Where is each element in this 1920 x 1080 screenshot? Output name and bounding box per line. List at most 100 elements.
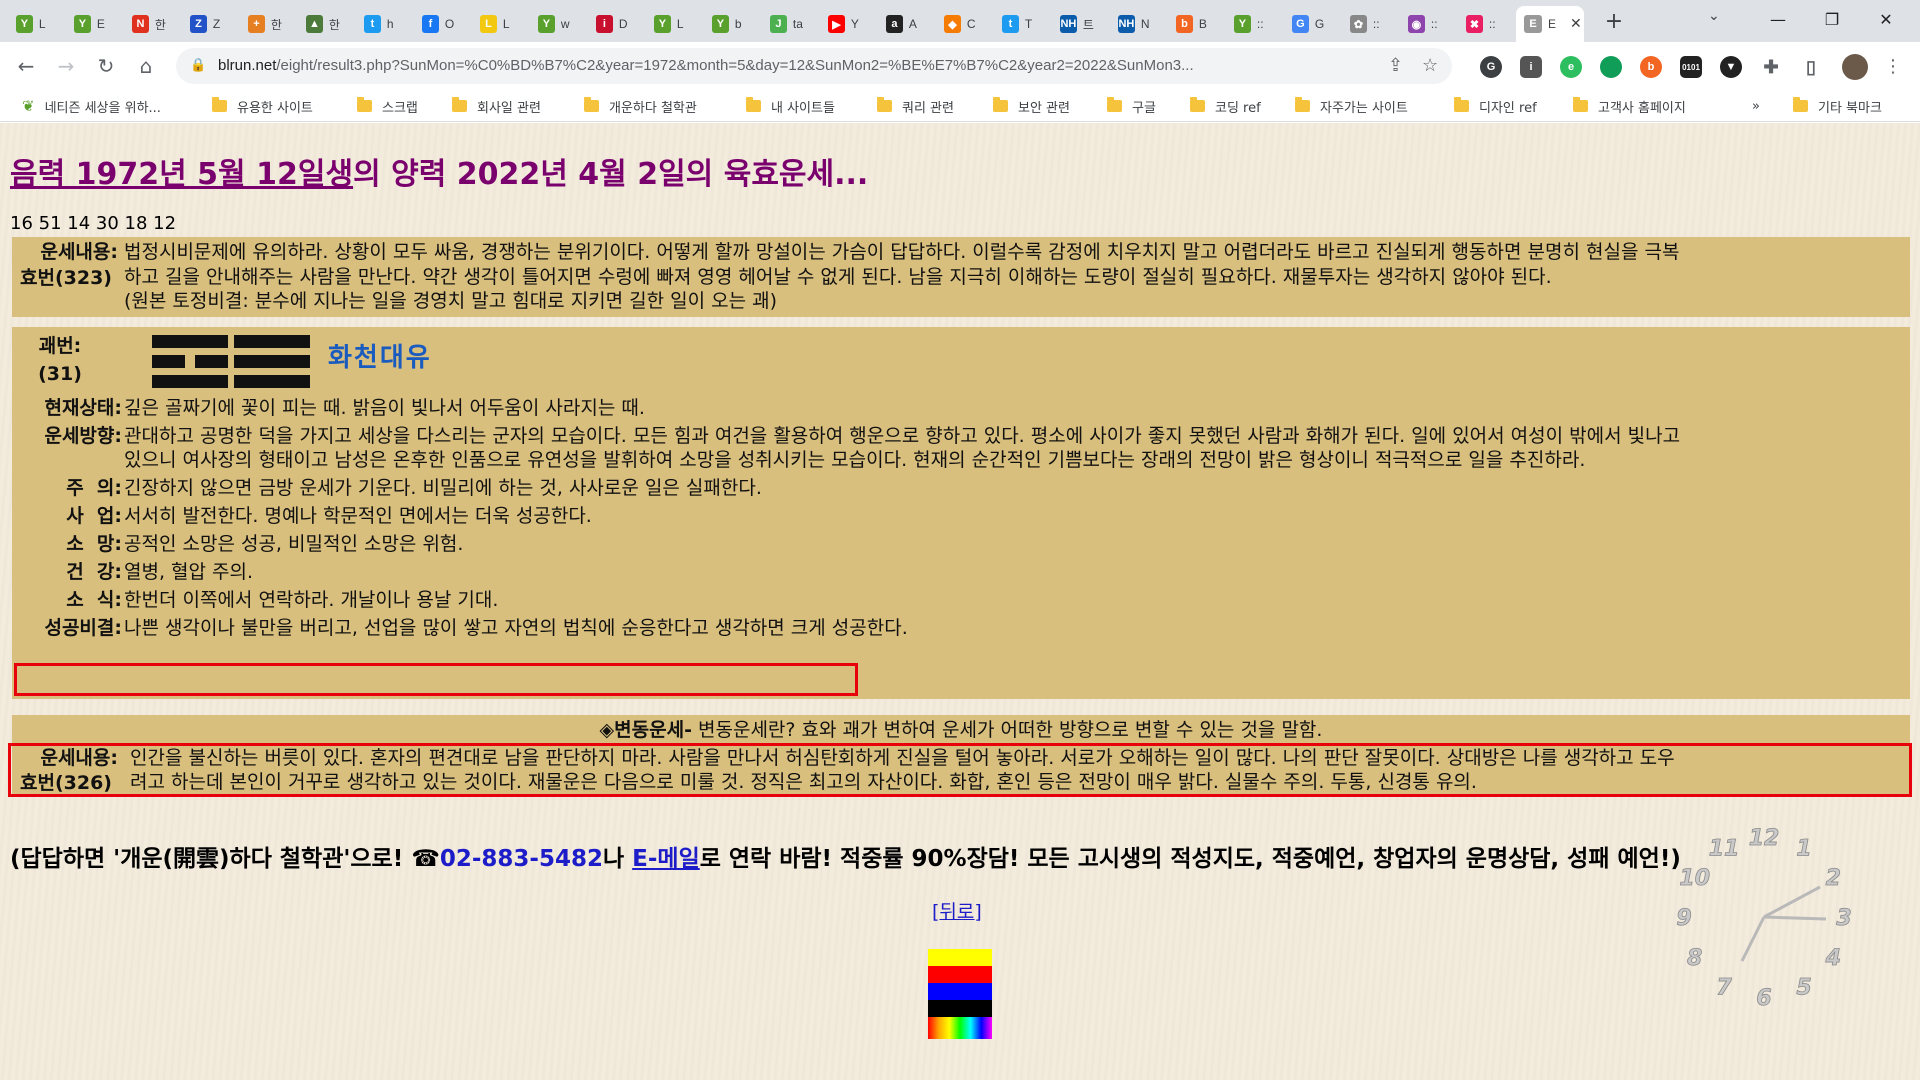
fortune-content-line-3: (원본 토정비결: 분수에 지나는 일을 경영치 말고 힘대로 지키면 길한 일… [124, 290, 778, 312]
bookmark-item[interactable]: 자주가는 사이트 [1295, 96, 1408, 116]
browser-tab[interactable]: YE [66, 6, 110, 42]
maximize-icon[interactable]: ❐ [1812, 6, 1852, 34]
tab-title: ta [792, 17, 803, 31]
bookmark-item[interactable]: 디자인 ref [1454, 96, 1537, 116]
back-link[interactable]: [뒤로] [932, 897, 982, 924]
browser-tab[interactable]: + 한 [240, 6, 284, 42]
detail-row-label: 소 망: [66, 533, 122, 555]
bookmark-item[interactable]: 고객사 홈페이지 [1573, 96, 1686, 116]
browser-tab[interactable]: ▶ Y [820, 6, 864, 42]
browser-tab[interactable]: NH N [1110, 6, 1154, 42]
contact-phone[interactable]: 02-883-5482 [440, 846, 603, 872]
share-icon[interactable]: ⇪ [1388, 55, 1403, 76]
clock-number: 2 [1826, 866, 1841, 891]
browser-tab[interactable]: LL [472, 6, 516, 42]
browser-tab[interactable]: Jta [762, 6, 806, 42]
tab-close-icon[interactable]: ✕ [1570, 16, 1582, 32]
tab-title: 한 [270, 17, 282, 32]
contact-text-2: 나 [602, 846, 633, 872]
tab-title: O [444, 17, 455, 31]
folder-icon [877, 97, 892, 112]
bookmark-label: 보안 관련 [1018, 100, 1070, 116]
browser-tab[interactable]: N한 [124, 6, 168, 42]
folder-icon [452, 97, 467, 112]
extension-shield-icon[interactable]: ▼ [1720, 56, 1742, 78]
browser-tab[interactable]: bB [1168, 6, 1212, 42]
clock-number: 12 [1749, 827, 1780, 851]
side-panel-icon[interactable]: ▯ [1800, 56, 1822, 78]
detail-row-text: 긴장하지 않으면 금방 운세가 기운다. 비밀리에 하는 것, 사사로운 일은 … [124, 477, 762, 499]
detail-row-text: 열병, 혈압 주의. [124, 561, 254, 583]
tab-title: C [966, 17, 976, 31]
more-menu-icon[interactable]: ⋮ [1884, 56, 1902, 77]
detail-row-label: 사 업: [66, 505, 122, 527]
title-birth-link[interactable]: 음력 1972년 5월 12일생 [10, 157, 353, 192]
bookmark-item[interactable]: 보안 관련 [993, 96, 1070, 116]
hexagram-name: 화천대유 [328, 343, 432, 373]
extension-b-icon[interactable]: b [1640, 56, 1662, 78]
minimize-icon[interactable]: — [1758, 6, 1798, 34]
browser-tab[interactable]: E E ✕ [1516, 6, 1584, 42]
tab-title: D [618, 17, 628, 31]
url-text[interactable]: blrun.net/eight/result3.php?SunMon=%C0%B… [218, 57, 1194, 74]
back-arrow-icon[interactable]: ← [12, 52, 40, 80]
evernote-icon[interactable]: e [1560, 56, 1582, 78]
folder-icon [1107, 97, 1122, 112]
email-link[interactable]: E-메일 [632, 846, 700, 872]
browser-tab[interactable]: tT [994, 6, 1038, 42]
bookmark-item[interactable]: 쿼리 관련 [877, 96, 954, 116]
tab-title: L [38, 17, 46, 31]
clock-number: 7 [1716, 975, 1732, 1000]
browser-tab[interactable]: Yw [530, 6, 574, 42]
bookmark-star-icon[interactable]: ☆ [1422, 55, 1438, 76]
bookmark-item[interactable]: 내 사이트들 [746, 96, 835, 116]
bookmark-item[interactable]: 유용한 사이트 [212, 96, 313, 116]
tab-title: E [96, 17, 105, 31]
bookmark-label: 고객사 홈페이지 [1598, 100, 1686, 116]
close-window-icon[interactable]: ✕ [1866, 6, 1906, 34]
bookmark-item[interactable]: 기타 북마크 [1793, 96, 1882, 116]
browser-tab[interactable]: aA [878, 6, 922, 42]
number-sequence: 16 51 14 30 18 12 [10, 213, 177, 234]
lock-icon[interactable]: 🔒 [190, 57, 208, 75]
browser-tab[interactable]: ◉:: [1400, 6, 1444, 42]
browser-tab[interactable]: Y:: [1226, 6, 1270, 42]
reload-icon[interactable]: ↻ [92, 52, 120, 80]
browser-tab[interactable]: NH 트 [1052, 6, 1096, 42]
extensions-puzzle-icon[interactable]: ✚ [1760, 56, 1782, 78]
bookmark-item[interactable]: 스크랩 [357, 96, 418, 116]
home-icon[interactable]: ⌂ [132, 52, 160, 80]
browser-tab[interactable]: th [356, 6, 400, 42]
browser-tab[interactable]: ◆ C [936, 6, 980, 42]
forward-arrow-icon[interactable]: → [52, 52, 80, 80]
bookmark-item[interactable]: 구글 [1107, 96, 1156, 116]
browser-tab[interactable]: YL [8, 6, 52, 42]
tab-search-chevron-icon[interactable]: ⌄ [1708, 8, 1720, 24]
bookmark-item[interactable]: 회사일 관련 [452, 96, 541, 116]
browser-tab[interactable]: Yb [704, 6, 748, 42]
browser-tab[interactable]: iD [588, 6, 632, 42]
clock-hand [1763, 885, 1821, 919]
tab-title: L [676, 17, 684, 31]
browser-tab[interactable]: ✿:: [1342, 6, 1386, 42]
browser-tab[interactable]: ▲ 한 [298, 6, 342, 42]
address-bar[interactable]: 🔒 blrun.net/eight/result3.php?SunMon=%C0… [176, 48, 1452, 84]
browser-tab[interactable]: fO [414, 6, 458, 42]
bookmark-item[interactable]: 코딩 ref [1190, 96, 1261, 116]
extension-g-icon[interactable]: G [1480, 56, 1502, 78]
bookmark-item[interactable]: ❦ 네티즌 세상을 위하... [22, 96, 161, 116]
detail-row-label: 주 의: [66, 477, 122, 499]
more-bookmarks-chevron[interactable]: » [1752, 96, 1760, 116]
browser-tab[interactable]: YL [646, 6, 690, 42]
profile-avatar[interactable] [1842, 54, 1868, 80]
new-tab-button[interactable]: + [1600, 8, 1628, 36]
hexagram-number-label: 괘번: [38, 335, 82, 357]
bookmark-item[interactable]: 개운하다 철학관 [584, 96, 697, 116]
browser-tab[interactable]: ZZ [182, 6, 226, 42]
browser-tab[interactable]: GG [1284, 6, 1328, 42]
binary-extension-icon[interactable]: 0101 [1680, 56, 1702, 78]
extension-info-icon[interactable]: i [1520, 56, 1542, 78]
yang-line [234, 375, 310, 388]
browser-tab[interactable]: ✖:: [1458, 6, 1502, 42]
extension-green-dot-icon[interactable] [1600, 56, 1622, 78]
